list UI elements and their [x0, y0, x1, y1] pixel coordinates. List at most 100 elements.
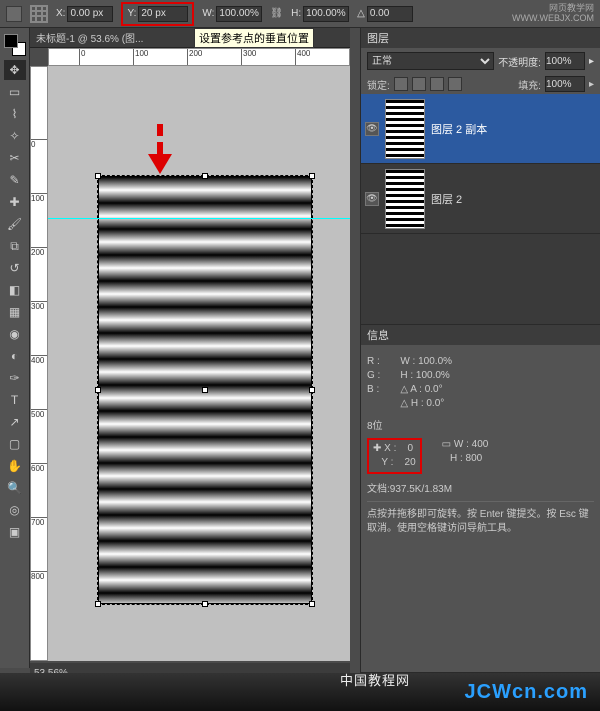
watermark-url: JCWcn.com	[465, 681, 588, 704]
canvas-viewport[interactable]	[48, 66, 350, 661]
horizontal-guide[interactable]	[48, 218, 350, 219]
lock-all-icon[interactable]	[448, 77, 462, 91]
w-label: W:	[202, 8, 214, 19]
h-field[interactable]: H:	[291, 6, 349, 22]
angle-label: △	[357, 8, 365, 19]
blend-mode-select[interactable]: 正常	[367, 52, 494, 70]
info-docsize: 文档:937.5K/1.83M	[367, 480, 594, 495]
lock-pixels-icon[interactable]	[412, 77, 426, 91]
layer-name[interactable]: 图层 2	[431, 191, 462, 207]
fill-arrow-icon[interactable]: ▸	[589, 79, 594, 90]
stamp-tool-icon[interactable]: ⧉	[4, 236, 26, 256]
lock-transparency-icon[interactable]	[394, 77, 408, 91]
layer-thumb[interactable]	[385, 99, 425, 159]
gradient-tool-icon[interactable]: ▦	[4, 302, 26, 322]
marquee-tool-icon[interactable]: ▭	[4, 82, 26, 102]
layer-name[interactable]: 图层 2 副本	[431, 121, 487, 137]
visibility-icon[interactable]: 👁	[365, 192, 379, 206]
eyedropper-tool-icon[interactable]: ✎	[4, 170, 26, 190]
link-icon[interactable]: ⛓	[270, 8, 283, 19]
info-panel: 信息 R : G : B : W : 100.0% H : 100.0% △ A…	[361, 325, 600, 673]
info-tab[interactable]: 信息	[361, 325, 600, 345]
layer-row[interactable]: 👁 图层 2	[361, 164, 600, 234]
fill-input[interactable]	[545, 76, 585, 92]
h-label: H:	[291, 8, 301, 19]
ruler-tick: 0	[79, 49, 85, 65]
layers-tab[interactable]: 图层	[361, 28, 600, 48]
layer-list[interactable]: 👁 图层 2 副本 👁 图层 2	[361, 94, 600, 324]
screenmode-icon[interactable]: ▣	[4, 522, 26, 542]
dodge-tool-icon[interactable]: ◐	[4, 346, 26, 366]
x-input[interactable]	[67, 6, 113, 22]
annotation-arrow	[148, 124, 172, 174]
watermark-line2: WWW.WEBJX.COM	[512, 14, 594, 24]
info-xy-highlight: ✚ X : 0 Y : 20	[367, 438, 422, 474]
heal-tool-icon[interactable]: ✚	[4, 192, 26, 212]
visibility-icon[interactable]: 👁	[365, 122, 379, 136]
type-tool-icon[interactable]: T	[4, 390, 26, 410]
ruler-tick: 300	[31, 301, 47, 311]
ruler-tick: 600	[31, 463, 47, 473]
y-label: Y:	[127, 8, 136, 19]
ruler-tick: 500	[31, 409, 47, 419]
info-rgb: R : G : B :	[367, 355, 380, 411]
ruler-tick: 100	[133, 49, 148, 65]
w-input[interactable]	[216, 6, 262, 22]
zoom-tool-icon[interactable]: 🔍	[4, 478, 26, 498]
eraser-tool-icon[interactable]: ◧	[4, 280, 26, 300]
h-input[interactable]	[303, 6, 349, 22]
ruler-horizontal[interactable]: 0 100 200 300 400	[48, 48, 350, 66]
watermark-cn: 中国教程网	[340, 670, 410, 689]
x-label: X:	[56, 8, 65, 19]
tools-panel: ✥ ▭ ⌇ ✧ ✂ ✎ ✚ 🖌 ⧉ ↺ ◧ ▦ ◉ ◐ ✑ T ↗ ▢ ✋ 🔍 …	[0, 28, 30, 668]
lasso-tool-icon[interactable]: ⌇	[4, 104, 26, 124]
info-wh2: ▭ W : 400 H : 800	[442, 438, 489, 474]
y-field[interactable]: Y:	[121, 2, 194, 26]
crop-tool-icon[interactable]: ✂	[4, 148, 26, 168]
fill-label: 填充:	[518, 77, 541, 92]
opacity-label: 不透明度:	[498, 54, 541, 69]
ruler-tick: 0	[31, 139, 47, 149]
opacity-arrow-icon[interactable]: ▸	[589, 56, 594, 67]
y-input[interactable]	[138, 6, 188, 22]
reference-point-grid[interactable]	[30, 5, 48, 23]
document-area: 未标题-1 @ 53.6% (图... 0100200300400 010020…	[30, 28, 350, 683]
ruler-tick: 100	[31, 193, 47, 203]
lock-label: 锁定:	[367, 77, 390, 92]
angle-field[interactable]: △	[357, 6, 413, 22]
ruler-tick: 800	[31, 571, 47, 581]
lock-position-icon[interactable]	[430, 77, 444, 91]
layer-thumb[interactable]	[385, 169, 425, 229]
ruler-tick: 300	[241, 49, 256, 65]
layer-row[interactable]: 👁 图层 2 副本	[361, 94, 600, 164]
ruler-tick: 200	[187, 49, 202, 65]
ruler-tick: 400	[295, 49, 310, 65]
canvas[interactable]	[98, 176, 312, 604]
brush-tool-icon[interactable]: 🖌	[4, 214, 26, 234]
ruler-tick: 200	[31, 247, 47, 257]
move-tool-icon[interactable]: ✥	[4, 60, 26, 80]
shape-tool-icon[interactable]: ▢	[4, 434, 26, 454]
watermark-top: 网页教学网 WWW.WEBJX.COM	[512, 4, 594, 24]
info-wh: W : 100.0% H : 100.0% △ A : 0.0° △ H : 0…	[400, 355, 452, 411]
ruler-tick: 700	[31, 517, 47, 527]
bottom-watermark: 中国教程网 JCWcn.com	[0, 673, 600, 711]
x-field[interactable]: X:	[56, 6, 113, 22]
stripe-pattern	[99, 177, 311, 603]
info-hint: 点按并拖移即可旋转。按 Enter 键提交。按 Esc 键取消。使用空格键访问导…	[367, 501, 594, 536]
quickmask-icon[interactable]: ◎	[4, 500, 26, 520]
opacity-input[interactable]	[545, 52, 585, 70]
path-tool-icon[interactable]: ↗	[4, 412, 26, 432]
blur-tool-icon[interactable]: ◉	[4, 324, 26, 344]
hand-tool-icon[interactable]: ✋	[4, 456, 26, 476]
transform-icon	[6, 6, 22, 22]
ruler-tick: 400	[31, 355, 47, 365]
pen-tool-icon[interactable]: ✑	[4, 368, 26, 388]
color-swatch[interactable]	[4, 34, 26, 56]
angle-input[interactable]	[367, 6, 413, 22]
panels-column: 图层 正常 不透明度: ▸ 锁定: 填充: ▸ 👁 图层 2 副本 👁 图层 2 信息…	[360, 28, 600, 673]
ruler-vertical[interactable]: 0 100 200 300 400 500 600 700 800	[30, 66, 48, 661]
wand-tool-icon[interactable]: ✧	[4, 126, 26, 146]
history-brush-icon[interactable]: ↺	[4, 258, 26, 278]
w-field[interactable]: W:	[202, 6, 262, 22]
